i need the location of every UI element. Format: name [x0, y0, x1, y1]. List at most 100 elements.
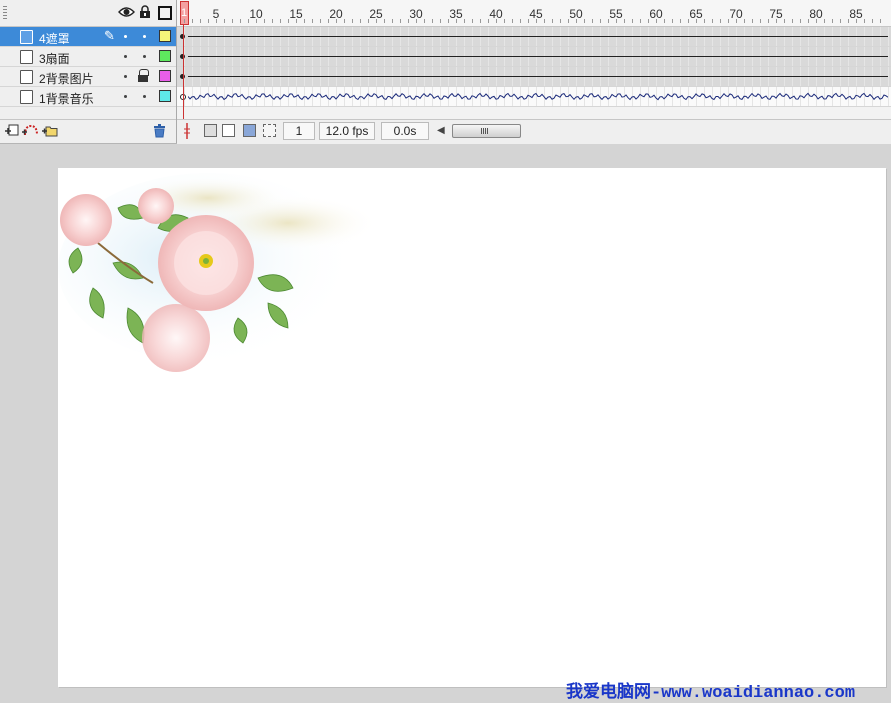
ruler-tick: [632, 19, 633, 23]
ruler-tick: [672, 19, 673, 23]
pencil-icon: ✎: [104, 28, 115, 43]
ruler-label: 35: [449, 7, 463, 21]
outline-color-box[interactable]: [159, 30, 171, 42]
visibility-toggle[interactable]: [124, 75, 127, 78]
ruler-tick: [544, 19, 545, 23]
center-frame-icon[interactable]: [182, 123, 192, 139]
ruler-tick: [592, 19, 593, 23]
layer-row[interactable]: 4遮罩 ✎: [0, 27, 176, 47]
ruler-tick: [200, 19, 201, 23]
outline-color-box[interactable]: [159, 70, 171, 82]
visibility-toggle[interactable]: [124, 95, 127, 98]
ruler-tick: [712, 19, 713, 23]
ruler-tick: [760, 19, 761, 23]
layer-row[interactable]: 1背景音乐: [0, 87, 176, 107]
ruler-tick: [400, 19, 401, 23]
delete-layer-icon[interactable]: [153, 124, 166, 138]
ruler-tick: [424, 19, 425, 23]
ruler-tick: [208, 19, 209, 23]
ruler-label: 65: [689, 7, 703, 21]
ruler-tick: [192, 19, 193, 23]
insert-layer-folder-icon[interactable]: [42, 124, 59, 137]
lock-toggle[interactable]: [143, 35, 146, 38]
frame-controls: 1 12.0 fps 0.0s ◀: [177, 119, 891, 144]
onion-skin-icon[interactable]: [204, 124, 217, 137]
ruler-tick: [184, 19, 185, 23]
frame-row[interactable]: [177, 47, 891, 67]
modify-onion-markers-icon[interactable]: [263, 124, 276, 137]
ruler-tick: [320, 19, 321, 23]
lock-icon[interactable]: [139, 5, 151, 19]
frame-row[interactable]: [177, 27, 891, 47]
ruler-tick: [744, 19, 745, 23]
layer-tools: [0, 119, 176, 144]
watermark-text: 我爱电脑网-www.woaidiannao.com: [566, 684, 856, 703]
ruler-label: 50: [569, 7, 583, 21]
stage-canvas[interactable]: [58, 168, 886, 687]
add-motion-guide-icon[interactable]: [22, 124, 40, 137]
frame-row[interactable]: [177, 87, 891, 107]
ruler-label: 30: [409, 7, 423, 21]
ruler-tick: [784, 19, 785, 23]
scroll-left-arrow[interactable]: ◀: [437, 125, 445, 136]
ruler-tick: [504, 19, 505, 23]
ruler-tick: [560, 19, 561, 23]
frame-rate-field[interactable]: 12.0 fps: [319, 122, 375, 140]
ruler-label: 5: [212, 7, 220, 21]
edit-multiple-frames-icon[interactable]: [243, 124, 256, 137]
ruler-tick: [800, 19, 801, 23]
panel-grip-icon[interactable]: [3, 6, 7, 20]
ruler-tick: [512, 19, 513, 23]
layer-row[interactable]: 2背景图片: [0, 67, 176, 87]
lock-toggle[interactable]: [143, 55, 146, 58]
audio-waveform: [188, 92, 888, 101]
layer-page-icon: [20, 50, 33, 64]
ruler-tick: [840, 19, 841, 23]
insert-layer-icon[interactable]: [5, 124, 20, 137]
ruler-tick: [520, 19, 521, 23]
frame-span-line: [188, 56, 888, 57]
ruler-tick: [232, 19, 233, 23]
ruler-tick: [480, 19, 481, 23]
ruler-tick: [640, 19, 641, 23]
ruler-label: 45: [529, 7, 543, 21]
onion-skin-outlines-icon[interactable]: [222, 124, 235, 137]
visibility-toggle[interactable]: [124, 55, 127, 58]
ruler-tick: [584, 19, 585, 23]
ruler-tick: [272, 19, 273, 23]
timeline-scrollbar-thumb[interactable]: [452, 124, 521, 138]
frames-area: 1 5 10 15 20 25 30 35 40 45 50 55 60 65 70 75 80 85 1 12.…: [177, 0, 891, 144]
lock-toggle[interactable]: [143, 95, 146, 98]
outline-icon[interactable]: [158, 6, 172, 20]
ruler-tick: [352, 19, 353, 23]
ruler-tick: [464, 19, 465, 23]
ruler-tick: [720, 19, 721, 23]
ruler-tick: [312, 19, 313, 23]
ruler-tick: [880, 19, 881, 23]
ruler-tick: [664, 19, 665, 23]
ruler-label: 55: [609, 7, 623, 21]
ruler-tick: [824, 19, 825, 23]
current-frame-field[interactable]: 1: [283, 122, 315, 140]
ruler-tick: [552, 19, 553, 23]
ruler-label: 85: [849, 7, 863, 21]
ruler-tick: [704, 19, 705, 23]
ruler-tick: [832, 19, 833, 23]
lock-icon[interactable]: [138, 69, 149, 82]
ruler-tick: [344, 19, 345, 23]
ruler-tick: [264, 19, 265, 23]
eye-icon[interactable]: [118, 6, 135, 18]
ruler-tick: [440, 19, 441, 23]
frame-ruler[interactable]: 1 5 10 15 20 25 30 35 40 45 50 55 60 65 70 75 80 85: [177, 0, 891, 27]
ruler-tick: [240, 19, 241, 23]
layer-name: 4遮罩: [39, 32, 70, 46]
frame-row[interactable]: [177, 67, 891, 87]
layer-row[interactable]: 3扇面: [0, 47, 176, 67]
outline-color-box[interactable]: [159, 90, 171, 102]
outline-color-box[interactable]: [159, 50, 171, 62]
frame-span-line: [188, 36, 888, 37]
visibility-toggle[interactable]: [124, 35, 127, 38]
ruler-tick: [752, 19, 753, 23]
layer-name: 1背景音乐: [39, 92, 94, 106]
ruler-tick: [864, 19, 865, 23]
